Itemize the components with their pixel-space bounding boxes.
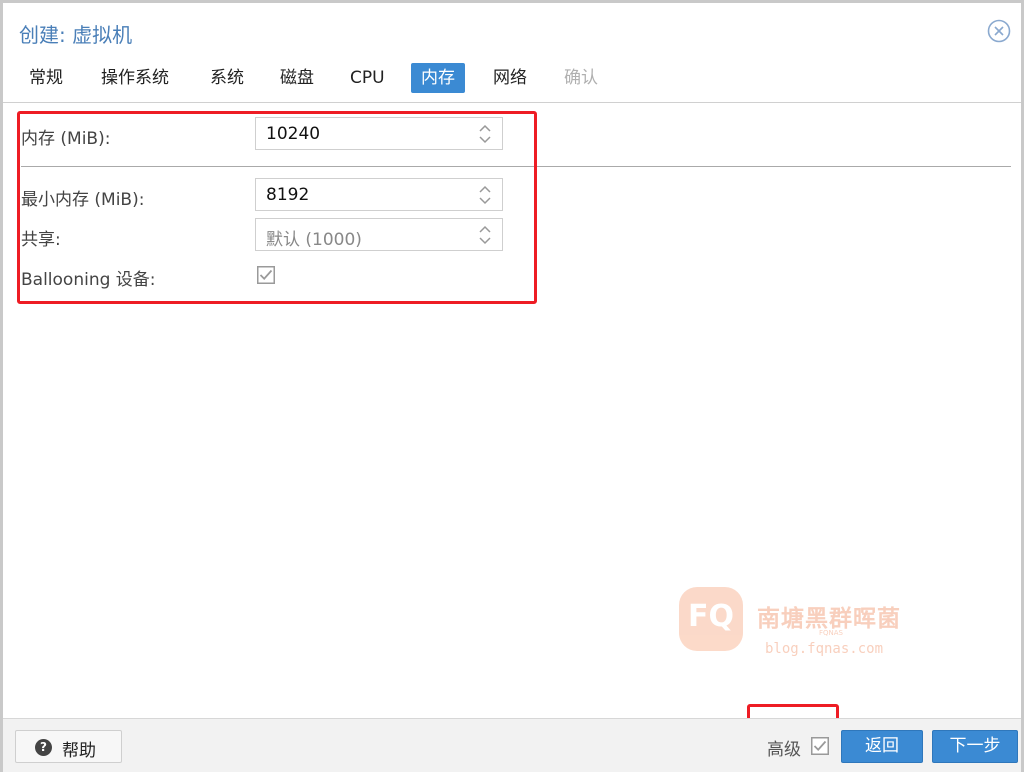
ballooning-label: Ballooning 设备:: [21, 270, 156, 290]
spinner-icon[interactable]: [478, 123, 492, 145]
help-button-label: 帮助: [62, 741, 96, 761]
fq-logo-icon: FQ: [679, 587, 743, 651]
spinner-icon[interactable]: [478, 224, 492, 246]
min-memory-label: 最小内存 (MiB):: [21, 190, 145, 210]
advanced-checkbox[interactable]: [811, 737, 829, 755]
memory-value: 10240: [266, 124, 321, 144]
tab-confirm: 确认: [564, 68, 598, 88]
memory-label: 内存 (MiB):: [21, 129, 111, 149]
shares-field[interactable]: 默认 (1000): [255, 218, 503, 251]
tab-memory[interactable]: 内存: [411, 63, 465, 93]
advanced-label: 高级: [767, 740, 801, 760]
shares-value: 默认 (1000): [266, 230, 362, 250]
close-icon[interactable]: [987, 19, 1011, 43]
form-divider: [21, 166, 1011, 167]
tab-network[interactable]: 网络: [483, 63, 537, 93]
help-icon: ?: [35, 739, 52, 756]
help-button[interactable]: ? 帮助: [15, 730, 122, 763]
ballooning-checkbox[interactable]: [257, 266, 275, 284]
tab-disk[interactable]: 磁盘: [270, 63, 324, 93]
spinner-icon[interactable]: [478, 184, 492, 206]
min-memory-field[interactable]: 8192: [255, 178, 503, 211]
watermark: FQ 南塘黑群晖菌 FQNAS blog.fqnas.com: [679, 585, 919, 663]
watermark-logo-text: FQ: [688, 599, 734, 634]
dialog-titlebar: 创建: 虚拟机: [3, 3, 1021, 59]
watermark-title: 南塘黑群晖菌: [757, 606, 901, 632]
dialog-title: 创建: 虚拟机: [19, 23, 133, 47]
watermark-subtitle: FQNAS: [819, 629, 844, 637]
tab-general[interactable]: 常规: [19, 63, 73, 93]
next-button[interactable]: 下一步: [932, 730, 1018, 763]
dialog-footer: ? 帮助 高级 返回 下一步: [3, 718, 1021, 772]
memory-field[interactable]: 10240: [255, 117, 503, 150]
min-memory-value: 8192: [266, 185, 310, 205]
tab-system[interactable]: 系统: [200, 63, 254, 93]
create-vm-dialog: 创建: 虚拟机 常规 操作系统 系统 磁盘 CPU 内存 网络 确认 内存 (M…: [0, 0, 1024, 772]
back-button[interactable]: 返回: [841, 730, 923, 763]
tab-os[interactable]: 操作系统: [91, 63, 179, 93]
shares-label: 共享:: [21, 230, 61, 250]
tab-cpu[interactable]: CPU: [340, 63, 395, 93]
watermark-url: blog.fqnas.com: [765, 641, 884, 657]
tabs-separator: [3, 102, 1021, 103]
